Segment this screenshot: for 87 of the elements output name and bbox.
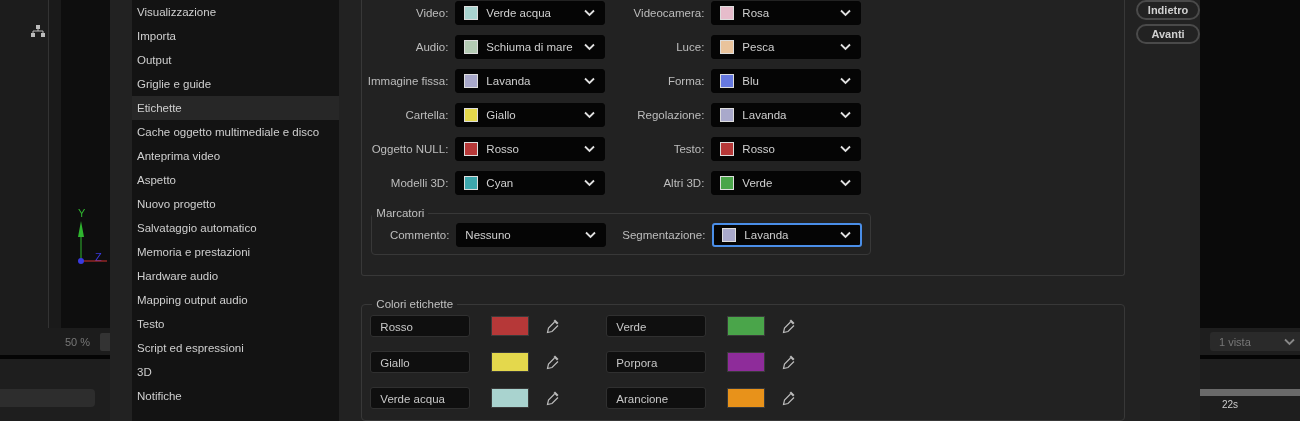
color-dropdown[interactable]: Lavanda — [712, 223, 863, 247]
color-dropdown[interactable]: Rosso — [455, 137, 606, 161]
field-label: Altri 3D: — [662, 177, 705, 189]
zoom-level: 50 % — [64, 335, 90, 348]
field-label: Video: — [414, 7, 449, 19]
category-item[interactable]: Output — [132, 48, 340, 72]
group-title: Marcatori — [375, 207, 426, 219]
category-item[interactable]: Testo — [132, 312, 340, 336]
time-label: 22s — [1221, 398, 1240, 410]
category-item[interactable]: Nuovo progetto — [132, 192, 340, 216]
category-item[interactable]: Memoria e prestazioni — [132, 240, 340, 264]
category-item[interactable]: 3D — [132, 360, 340, 384]
color-dropdown[interactable]: Lavanda — [711, 103, 862, 127]
axis-label: Y — [78, 207, 86, 219]
label-name-field[interactable]: Porpora — [606, 351, 707, 373]
field-label: Oggetto NULL: — [370, 143, 449, 155]
field-label: Immagine fissa: — [366, 75, 449, 87]
category-item[interactable]: Etichette — [132, 96, 340, 120]
chevron-down-icon — [840, 179, 853, 187]
eyedropper-icon — [782, 390, 797, 406]
chevron-down-icon — [584, 43, 597, 51]
color-dropdown[interactable]: Verde — [711, 171, 862, 195]
category-item[interactable]: Visualizzazione — [132, 0, 340, 24]
color-swatch[interactable] — [491, 352, 530, 372]
label-name-field[interactable]: Arancione — [606, 387, 707, 409]
color-swatch[interactable] — [727, 352, 766, 372]
category-item[interactable]: Script ed espressioni — [132, 336, 340, 360]
field-label: Forma: — [666, 75, 705, 87]
color-dropdown[interactable]: Nessuno — [456, 223, 607, 247]
label-name-field[interactable]: Giallo — [370, 351, 471, 373]
field-label: Luce: — [675, 41, 705, 53]
category-item[interactable]: Mapping output audio — [132, 288, 340, 312]
chevron-down-icon — [1284, 337, 1296, 346]
field-label: Segmentazione: — [621, 229, 706, 241]
category-item[interactable]: Cache oggetto multimediale e disco — [132, 120, 340, 144]
chevron-down-icon — [840, 231, 853, 239]
color-dropdown[interactable]: Lavanda — [455, 69, 606, 93]
color-swatch[interactable] — [727, 388, 766, 408]
chevron-down-icon — [584, 145, 597, 153]
eyedropper-icon — [546, 318, 561, 334]
field-label: Regolazione: — [636, 109, 705, 121]
chevron-down-icon — [584, 179, 597, 187]
category-item[interactable]: Griglie e guide — [132, 72, 340, 96]
category-item[interactable]: Aspetto — [132, 168, 340, 192]
color-dropdown[interactable]: Blu — [711, 69, 862, 93]
color-dropdown[interactable]: Rosso — [711, 137, 862, 161]
eyedropper-icon — [546, 354, 561, 370]
field-label: Testo: — [672, 143, 705, 155]
nav-button[interactable]: Indietro — [1136, 0, 1200, 20]
chevron-down-icon — [584, 77, 597, 85]
color-swatch[interactable] — [491, 316, 530, 336]
category-item[interactable]: Salvataggio automatico — [132, 216, 340, 240]
category-item[interactable]: Notifiche — [132, 384, 340, 408]
color-dropdown[interactable]: Cyan — [455, 171, 606, 195]
chevron-down-icon — [840, 9, 853, 17]
field-label: Cartella: — [404, 109, 449, 121]
category-item[interactable]: Hardware audio — [132, 264, 340, 288]
chevron-down-icon — [584, 9, 597, 17]
eyedropper-icon — [546, 390, 561, 406]
chevron-down-icon — [840, 145, 853, 153]
field-label: Audio: — [414, 41, 449, 53]
color-dropdown[interactable]: Giallo — [455, 103, 606, 127]
category-item[interactable]: Importa — [132, 24, 340, 48]
eyedropper-icon — [782, 354, 797, 370]
field-label: Commento: — [388, 229, 450, 241]
color-swatch[interactable] — [727, 316, 766, 336]
label-name-field[interactable]: Verde acqua — [370, 387, 471, 409]
chevron-down-icon — [840, 77, 853, 85]
hierarchy-icon — [31, 25, 45, 37]
nav-button[interactable]: Avanti — [1136, 24, 1200, 44]
category-item[interactable]: Anteprima video — [132, 144, 340, 168]
chevron-down-icon — [584, 111, 597, 119]
group-title: Colori etichette — [375, 298, 455, 310]
label-name-field[interactable]: Rosso — [370, 315, 471, 337]
chevron-down-icon — [840, 111, 853, 119]
color-swatch[interactable] — [491, 388, 530, 408]
label-name-field[interactable]: Verde — [606, 315, 707, 337]
color-dropdown[interactable]: Schiuma di mare — [455, 35, 606, 59]
color-dropdown[interactable]: Verde acqua — [455, 1, 606, 25]
field-label: Videocamera: — [632, 7, 705, 19]
axis-label: Z — [95, 251, 102, 263]
field-label: Modelli 3D: — [389, 177, 449, 189]
eyedropper-icon — [782, 318, 797, 334]
color-dropdown[interactable]: Pesca — [711, 35, 862, 59]
chevron-down-icon — [585, 231, 598, 239]
chevron-down-icon — [840, 43, 853, 51]
color-dropdown[interactable]: Rosa — [711, 1, 862, 25]
